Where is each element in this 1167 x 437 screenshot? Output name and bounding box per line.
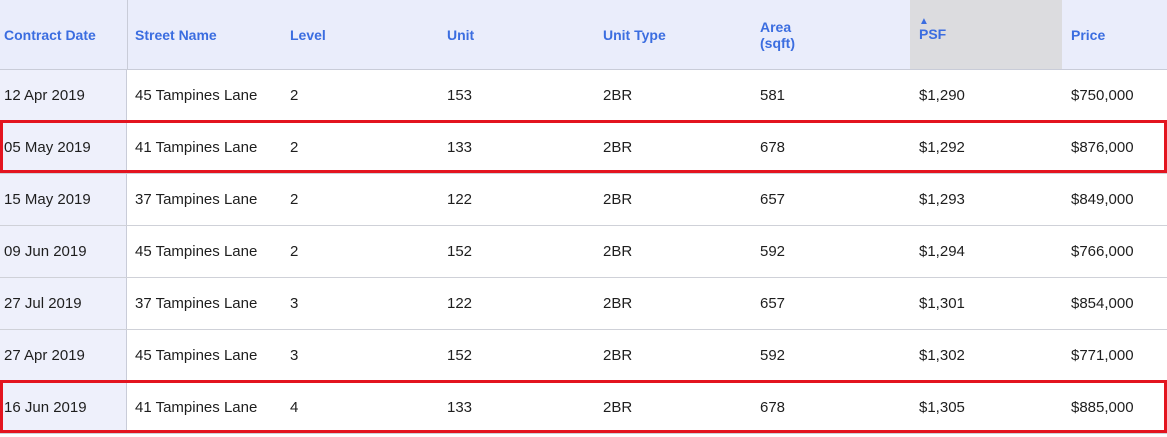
header-psf[interactable]: ▲ PSF <box>919 16 946 42</box>
cell-contract-date: 09 Jun 2019 <box>4 243 87 260</box>
cell-psf: $1,290 <box>919 87 965 104</box>
header-unit[interactable]: Unit <box>447 0 474 70</box>
cell-price: $766,000 <box>1071 243 1134 260</box>
cell-unit: 152 <box>447 243 473 260</box>
header-unit-type[interactable]: Unit Type <box>603 0 666 70</box>
cell-psf: $1,292 <box>919 139 965 156</box>
table-row[interactable]: 09 Jun 2019 45 Tampines Lane 2 152 2BR 592 $1,… <box>0 226 1167 278</box>
table-row[interactable]: 27 Jul 2019 37 Tampines Lane 3 122 2BR 657 $1,… <box>0 278 1167 330</box>
cell-psf: $1,301 <box>919 295 965 312</box>
cell-area: 581 <box>760 87 786 104</box>
cell-unit: 152 <box>447 347 473 364</box>
cell-unit: 133 <box>447 399 473 416</box>
table-row[interactable]: 16 Jun 2019 41 Tampines Lane 4 133 2BR 678 $1,… <box>0 382 1167 434</box>
cell-psf: $1,302 <box>919 347 965 364</box>
cell-contract-date: 15 May 2019 <box>4 191 91 208</box>
cell-level: 2 <box>290 243 299 260</box>
cell-street-name: 45 Tampines Lane <box>135 87 258 104</box>
cell-street-name: 45 Tampines Lane <box>135 243 258 260</box>
header-area[interactable]: Area (sqft) <box>760 0 795 70</box>
cell-contract-date: 27 Apr 2019 <box>4 347 85 364</box>
cell-unit: 153 <box>447 87 473 104</box>
cell-area: 592 <box>760 347 786 364</box>
cell-price: $750,000 <box>1071 87 1134 104</box>
header-contract-date[interactable]: Contract Date <box>4 0 96 70</box>
table-row[interactable]: 15 May 2019 37 Tampines Lane 2 122 2BR 657 $1,… <box>0 174 1167 226</box>
cell-unit-type: 2BR <box>603 347 633 364</box>
cell-level: 2 <box>290 87 299 104</box>
cell-area: 678 <box>760 399 786 416</box>
header-divider <box>127 0 128 70</box>
cell-unit-type: 2BR <box>603 87 633 104</box>
cell-street-name: 37 Tampines Lane <box>135 191 258 208</box>
cell-area: 657 <box>760 295 786 312</box>
cell-street-name: 41 Tampines Lane <box>135 399 258 416</box>
header-street-name[interactable]: Street Name <box>135 0 217 70</box>
cell-street-name: 41 Tampines Lane <box>135 139 258 156</box>
cell-psf: $1,294 <box>919 243 965 260</box>
table-row[interactable]: 05 May 2019 41 Tampines Lane 2 133 2BR 678 $1,… <box>0 122 1167 174</box>
cell-unit-type: 2BR <box>603 191 633 208</box>
cell-unit-type: 2BR <box>603 399 633 416</box>
cell-level: 3 <box>290 295 299 312</box>
cell-contract-date: 27 Jul 2019 <box>4 295 82 312</box>
cell-price: $854,000 <box>1071 295 1134 312</box>
header-price[interactable]: Price <box>1071 0 1105 70</box>
cell-street-name: 45 Tampines Lane <box>135 347 258 364</box>
cell-unit: 133 <box>447 139 473 156</box>
table-header: Contract Date Street Name Level Unit Uni… <box>0 0 1167 70</box>
table-row[interactable]: 27 Apr 2019 45 Tampines Lane 3 152 2BR 592 $1,… <box>0 330 1167 382</box>
cell-unit: 122 <box>447 191 473 208</box>
cell-unit: 122 <box>447 295 473 312</box>
cell-level: 3 <box>290 347 299 364</box>
cell-level: 2 <box>290 191 299 208</box>
cell-level: 4 <box>290 399 299 416</box>
cell-level: 2 <box>290 139 299 156</box>
cell-price: $876,000 <box>1071 139 1134 156</box>
cell-psf: $1,293 <box>919 191 965 208</box>
cell-unit-type: 2BR <box>603 295 633 312</box>
cell-street-name: 37 Tampines Lane <box>135 295 258 312</box>
cell-unit-type: 2BR <box>603 139 633 156</box>
cell-contract-date: 16 Jun 2019 <box>4 399 87 416</box>
cell-price: $771,000 <box>1071 347 1134 364</box>
cell-price: $849,000 <box>1071 191 1134 208</box>
header-level[interactable]: Level <box>290 0 326 70</box>
cell-unit-type: 2BR <box>603 243 633 260</box>
table-row[interactable]: 12 Apr 2019 45 Tampines Lane 2 153 2BR 581 $1,… <box>0 70 1167 122</box>
cell-area: 657 <box>760 191 786 208</box>
cell-psf: $1,305 <box>919 399 965 416</box>
cell-contract-date: 05 May 2019 <box>4 139 91 156</box>
cell-price: $885,000 <box>1071 399 1134 416</box>
cell-area: 678 <box>760 139 786 156</box>
cell-contract-date: 12 Apr 2019 <box>4 87 85 104</box>
header-psf-label: PSF <box>919 26 947 42</box>
cell-area: 592 <box>760 243 786 260</box>
